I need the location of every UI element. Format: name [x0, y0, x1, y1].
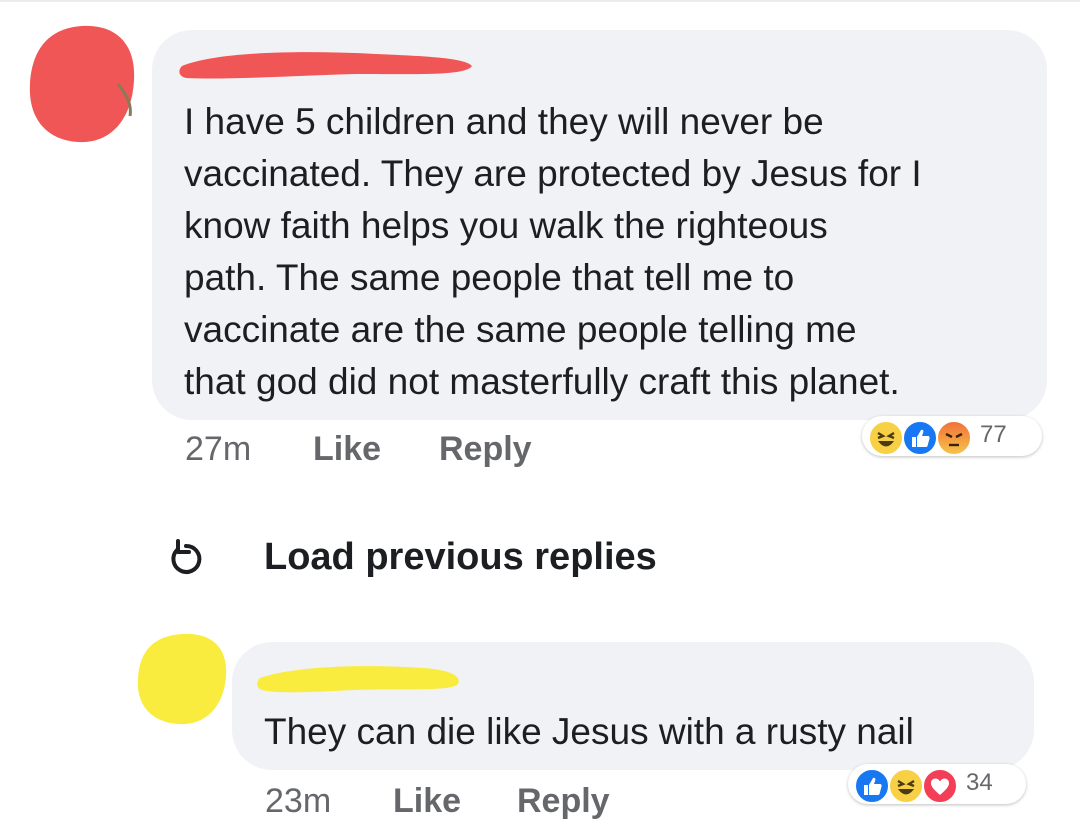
comment-bubble: I have 5 children and they will never be…	[152, 30, 1047, 420]
refresh-icon	[166, 538, 206, 583]
comment-text: They can die like Jesus with a rusty nai…	[264, 711, 914, 752]
comment-text: I have 5 children and they will never be…	[184, 101, 922, 402]
reply-button[interactable]: Reply	[517, 782, 610, 821]
avatar[interactable]	[134, 632, 230, 728]
like-button[interactable]: Like	[393, 782, 461, 821]
comment-timestamp: 27m	[185, 430, 252, 468]
avatar[interactable]	[26, 24, 138, 146]
like-button[interactable]: Like	[313, 430, 381, 469]
like-icon	[854, 768, 890, 804]
redacted-name	[179, 52, 472, 79]
angry-icon	[936, 420, 972, 456]
load-previous-label[interactable]: Load previous replies	[264, 536, 657, 579]
comment-timestamp: 23m	[265, 782, 332, 820]
comment-bubble: They can die like Jesus with a rusty nai…	[232, 642, 1034, 770]
comment-actions: 23m Like Reply	[265, 782, 665, 826]
top-divider	[0, 0, 1080, 2]
haha-icon	[888, 768, 924, 804]
love-icon	[922, 768, 958, 804]
reaction-count: 34	[966, 769, 993, 796]
reaction-summary[interactable]: 34	[848, 764, 1026, 804]
like-icon	[902, 420, 938, 456]
haha-icon	[868, 420, 904, 456]
reaction-count: 77	[980, 421, 1007, 448]
reaction-summary[interactable]: 77	[862, 416, 1042, 456]
reply-button[interactable]: Reply	[439, 430, 532, 469]
comment-actions: 27m Like Reply	[185, 430, 585, 474]
redacted-name	[257, 666, 459, 693]
